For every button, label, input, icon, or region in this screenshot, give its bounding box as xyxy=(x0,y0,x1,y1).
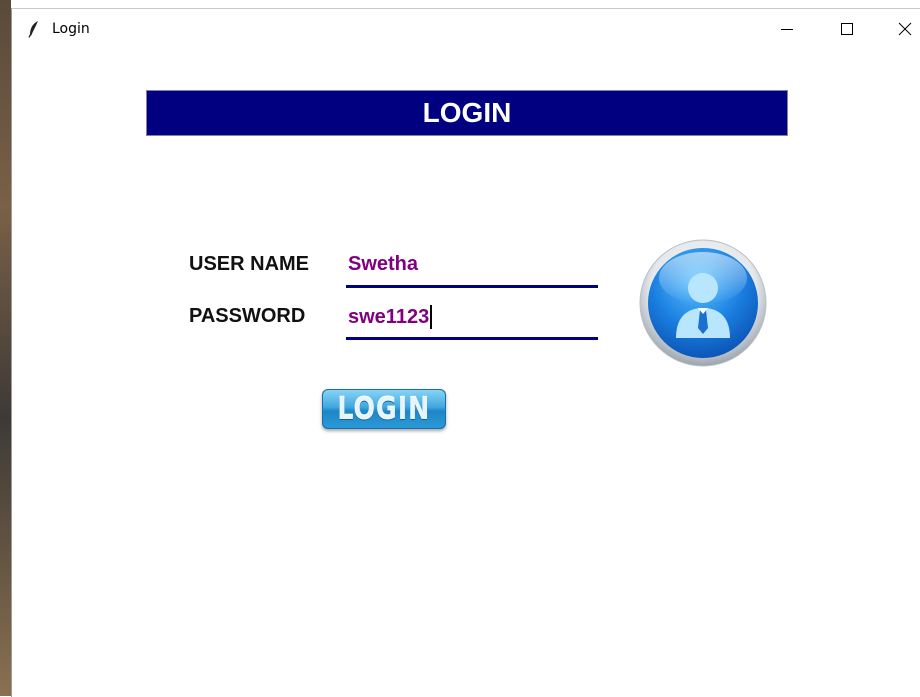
page-title: LOGIN xyxy=(422,97,512,128)
title-bar[interactable]: Login xyxy=(12,9,920,49)
minimize-icon xyxy=(781,29,793,30)
user-avatar-icon xyxy=(639,239,767,367)
login-button[interactable]: LOGIN xyxy=(320,387,450,433)
avatar xyxy=(638,238,768,368)
password-label: PASSWORD xyxy=(189,305,306,327)
window-title: Login xyxy=(52,21,90,37)
password-field[interactable]: swe1123 xyxy=(346,305,598,340)
username-field[interactable]: Swetha xyxy=(346,253,598,288)
desktop-background-edge xyxy=(0,0,11,696)
username-label: USER NAME xyxy=(189,253,310,275)
password-value: swe1123 xyxy=(348,305,430,328)
username-value: Swetha xyxy=(348,253,419,275)
maximize-button[interactable] xyxy=(824,9,870,49)
maximize-icon xyxy=(841,23,853,35)
login-button-label: LOGIN xyxy=(337,391,431,427)
feather-icon xyxy=(28,21,38,38)
login-window: Login LOGIN USER NAME Swetha PASSWORD sw… xyxy=(11,8,920,697)
close-icon xyxy=(898,22,912,36)
text-cursor xyxy=(430,305,433,329)
login-header-banner: LOGIN xyxy=(146,90,788,136)
close-button[interactable] xyxy=(882,9,920,49)
minimize-button[interactable] xyxy=(764,9,810,49)
